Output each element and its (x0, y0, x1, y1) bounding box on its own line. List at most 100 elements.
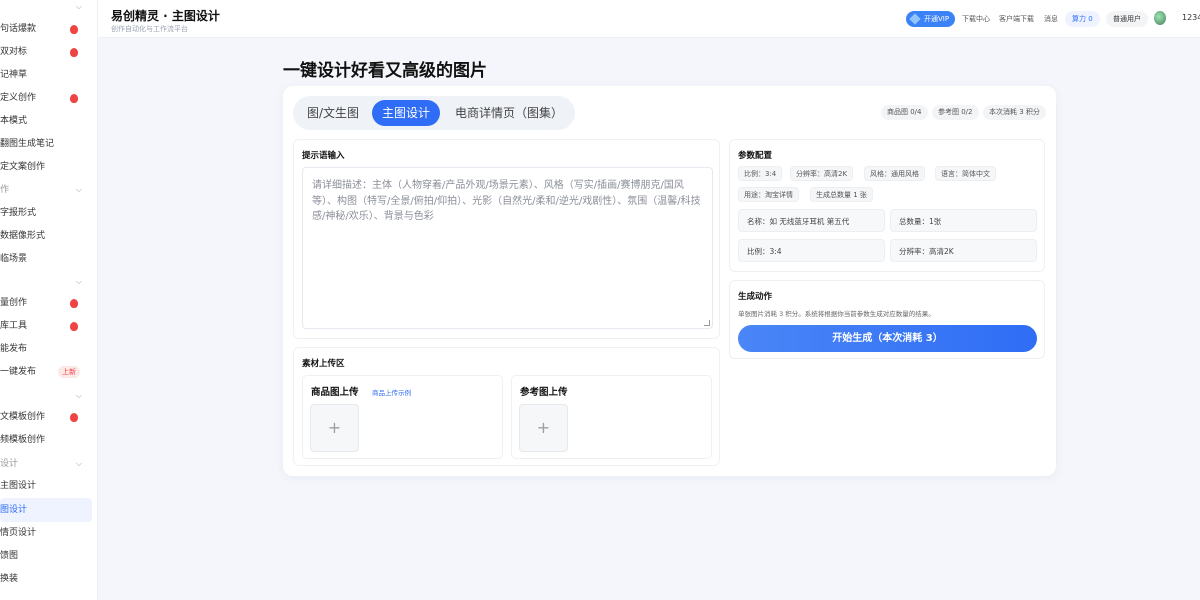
sidebar-item[interactable]: 库工具 (0, 315, 92, 337)
product-count-badge: 商品图 0/4 (881, 105, 928, 120)
product-upload-example-link[interactable]: 商品上传示例 (372, 387, 411, 397)
generate-description: 单张图片消耗 3 积分。系统将根据你当前参数生成对应数量的结果。 (738, 310, 935, 318)
download-center-link[interactable]: 下载中心 (962, 14, 990, 24)
sidebar-item-label: 双对标 (0, 47, 28, 57)
upload-panel: 素材上传区 商品图上传 商品上传示例 + 参考图上传 + (293, 347, 720, 466)
resize-handle-icon[interactable] (704, 320, 710, 326)
sidebar-item[interactable]: 量创作 (0, 292, 92, 314)
prompt-textarea[interactable]: 请详细描述：主体（人物穿着/产品外观/场景元素）、风格（写实/插画/赛博朋克/国… (302, 167, 713, 329)
fire-icon (70, 299, 78, 308)
sidebar-item-label: 情页设计 (0, 528, 37, 538)
chevron-down-icon: ⌵ (75, 391, 82, 400)
sidebar-item[interactable]: 字报形式 (0, 202, 92, 224)
sidebar-group-label: 作 (0, 185, 10, 195)
total-count-chip: 生成总数量 1 张 (810, 187, 873, 202)
quantity-field[interactable]: 总数量：1张 (890, 209, 1037, 232)
app-subtitle: 创作自动化与工作流平台 (111, 25, 188, 33)
sidebar-item[interactable]: 情页设计 (0, 522, 92, 544)
generate-panel-title: 生成动作 (738, 292, 773, 302)
sidebar-group[interactable]: 设计 ⌵ (0, 453, 92, 475)
sidebar-item-active[interactable]: 图设计 (0, 498, 92, 522)
fire-icon (70, 48, 78, 57)
sidebar-item[interactable]: 频模板创作 (0, 429, 92, 451)
sidebar-item[interactable]: 本模式 (0, 110, 92, 132)
sidebar-item[interactable]: 临场景 (0, 248, 92, 270)
new-badge: 上新 (58, 366, 80, 378)
sidebar-item[interactable]: 双对标 (0, 41, 92, 63)
sidebar-item[interactable]: 能发布 (0, 338, 92, 360)
sidebar-group-top[interactable]: ⌵ (0, 0, 92, 18)
sidebar-item[interactable]: 一键发布 上新 (0, 361, 92, 383)
sidebar-item-label: 库工具 (0, 321, 28, 331)
fire-icon (70, 25, 78, 34)
product-upload-box: 商品图上传 商品上传示例 + (302, 375, 503, 459)
sidebar-group[interactable]: 作 ⌵ (0, 179, 92, 201)
reference-upload-title: 参考图上传 (520, 387, 568, 398)
tab-bar: 图/文生图 主图设计 电商详情页（图集） (293, 96, 575, 130)
app-title: 易创精灵 · 主图设计 (111, 9, 220, 23)
product-upload-title: 商品图上传 (311, 387, 359, 398)
sidebar-item[interactable]: 翻图生成笔记 (0, 133, 92, 155)
chevron-down-icon: ⌵ (75, 185, 82, 194)
messages-link[interactable]: 消息 (1044, 14, 1058, 24)
params-panel-title: 参数配置 (738, 151, 773, 161)
cost-badge: 本次消耗 3 积分 (983, 105, 1046, 120)
generate-panel: 生成动作 单张图片消耗 3 积分。系统将根据你当前参数生成对应数量的结果。 开始… (729, 280, 1045, 359)
vip-label: 开通VIP (924, 15, 950, 23)
vip-button[interactable]: 开通VIP (906, 11, 956, 27)
style-chip: 风格：通用风格 (864, 166, 925, 181)
sidebar-item-label: 图设计 (0, 505, 28, 515)
resolution-field[interactable]: 分辨率：高清2K (890, 239, 1037, 262)
avatar[interactable] (1154, 11, 1166, 25)
prompt-placeholder: 请详细描述：主体（人物穿着/产品外观/场景元素）、风格（写实/插画/赛博朋克/国… (312, 180, 701, 222)
sidebar-item[interactable]: 记神草 (0, 64, 92, 86)
sidebar-item-label: 记神草 (0, 70, 28, 80)
sidebar-item[interactable]: 换装 (0, 568, 92, 590)
sidebar-item-label: 字报形式 (0, 208, 37, 218)
sidebar-item-label: 主图设计 (0, 481, 37, 491)
tab-main-image-design[interactable]: 主图设计 (372, 100, 441, 126)
sidebar-item[interactable]: 句话爆款 (0, 18, 92, 40)
sidebar-item-label: 翻图生成笔记 (0, 139, 55, 149)
sidebar-item[interactable]: 馈图 (0, 545, 92, 567)
sidebar-item[interactable]: 数据像形式 (0, 225, 92, 247)
reference-upload-button[interactable]: + (519, 404, 568, 452)
sidebar-item[interactable]: 定文案创作 (0, 156, 92, 178)
reference-upload-box: 参考图上传 + (511, 375, 712, 459)
user-number: 1234 (1182, 13, 1200, 22)
chevron-down-icon: ⌵ (75, 459, 82, 468)
params-panel: 参数配置 比例：3:4 分辨率：高清2K 风格：通用风格 语言：简体中文 用途：… (729, 139, 1045, 272)
sidebar-item[interactable]: 文模板创作 (0, 406, 92, 428)
ratio-chip: 比例：3:4 (738, 166, 783, 181)
resolution-chip: 分辨率：高清2K (790, 166, 854, 181)
sidebar-item-label: 数据像形式 (0, 231, 46, 241)
sidebar-group[interactable]: ⌵ (0, 271, 92, 293)
sidebar-item-label: 换装 (0, 574, 19, 584)
user-type-badge[interactable]: 普通用户 (1106, 11, 1148, 27)
client-download-link[interactable]: 客户端下载 (999, 14, 1034, 24)
sidebar-group[interactable]: ⌵ (0, 385, 92, 407)
sidebar-group-label: 设计 (0, 459, 19, 469)
ratio-field[interactable]: 比例：3:4 (738, 239, 885, 262)
product-upload-button[interactable]: + (310, 404, 359, 452)
start-generate-button[interactable]: 开始生成（本次消耗 3） (738, 325, 1037, 352)
sidebar-item-label: 馈图 (0, 551, 19, 561)
sidebar-item-label: 量创作 (0, 298, 28, 308)
page-title: 一键设计好看又高级的图片 (283, 61, 487, 81)
sidebar-item-label: 一键发布 (0, 367, 37, 377)
reference-count-badge: 参考图 0/2 (932, 105, 979, 120)
tab-ecommerce-detail[interactable]: 电商详情页（图集） (445, 100, 573, 126)
sidebar-item[interactable]: 定义创作 (0, 87, 92, 109)
sidebar-item-label: 句话爆款 (0, 24, 37, 34)
usage-chip: 用途：淘宝详情 (738, 187, 799, 202)
name-field[interactable]: 名称：如 无线蓝牙耳机 第五代 (738, 209, 885, 232)
sidebar-item[interactable]: 主图设计 (0, 475, 92, 497)
tab-text-to-image[interactable]: 图/文生图 (297, 100, 369, 126)
power-badge[interactable]: 算力 0 (1065, 11, 1100, 27)
top-header: 易创精灵 · 主图设计 创作自动化与工作流平台 开通VIP 下载中心 客户端下载… (98, 0, 1200, 38)
sidebar-item-label: 文模板创作 (0, 412, 46, 422)
sidebar-item-label: 定文案创作 (0, 162, 46, 172)
chevron-down-icon: ⌵ (75, 2, 82, 11)
diamond-icon (909, 13, 921, 25)
sidebar-item-label: 临场景 (0, 254, 28, 264)
